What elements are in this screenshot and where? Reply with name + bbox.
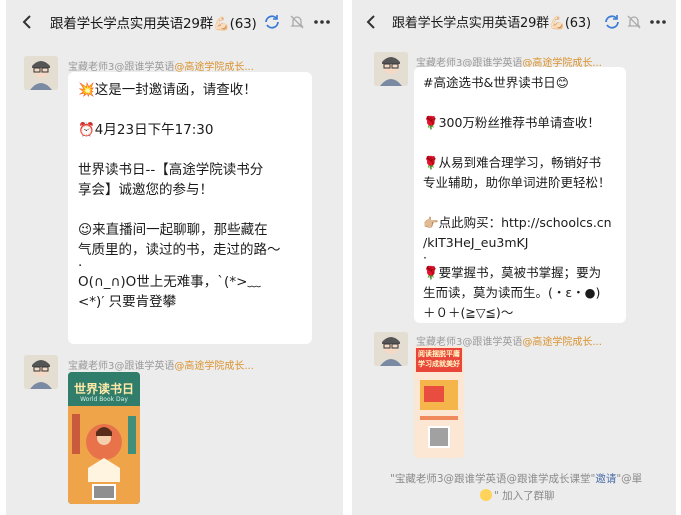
message-line: 生而读，莫为读而生。(・ε・●) <box>423 285 601 300</box>
message-bubble[interactable]: #高途选书&世界读书日😊 🌹300万粉丝推荐书单请查收！ 🌹从易到难合理学习，畅… <box>414 67 626 323</box>
mute-bell-icon[interactable] <box>624 12 644 32</box>
message-line <box>423 93 617 113</box>
message-line <box>78 100 302 120</box>
message-line: 享会】诚邀您的参与！ <box>78 182 213 198</box>
chat-title: 跟着学长学点实用英语29群💪🏻(63) <box>392 16 591 31</box>
message-line: 🌹从易到难合理学习，畅销好书 <box>423 155 602 170</box>
system-notice-line2: " 加入了群聊 <box>480 488 555 503</box>
sender-name: 宝藏老师3@跟谁学英语@高途学院成长... <box>68 62 254 73</box>
avatar[interactable] <box>374 52 408 86</box>
poster-subtitle: World Book Day <box>80 396 128 403</box>
chat-panel-left: 跟着学长学点实用英语29群💪🏻(63) 宝藏老师3@跟谁学英语@高途学院成长..… <box>6 0 343 515</box>
poster-title: 世界读书日 <box>73 382 134 396</box>
poster-title-2: 学习成就美好 <box>418 360 460 368</box>
message-line <box>78 200 302 220</box>
sync-icon[interactable] <box>262 12 282 32</box>
message-line: O(∩_∩)O世上无难事，`(*>﹏ <box>78 274 261 290</box>
message-line: · <box>78 258 83 274</box>
poster-title-1: 阅读摆脱平庸 <box>418 350 460 358</box>
message-line: 专业辅助，助你单词进阶更轻松！ <box>423 175 611 190</box>
avatar[interactable] <box>24 355 58 389</box>
sync-icon[interactable] <box>602 12 622 32</box>
message-line: #高途选书&世界读书日😊 <box>423 75 569 90</box>
message-line: 世界读书日--【高途学院读书分 <box>78 162 264 178</box>
book-day-poster[interactable]: 世界读书日 World Book Day <box>68 372 140 504</box>
message-bubble[interactable]: 💥这是一封邀请函，请查收！ ⏰4月23日下午17:30 世界读书日--【高途学院… <box>68 72 312 344</box>
message-line: 😉来直播间一起聊聊，那些藏在 <box>78 222 268 238</box>
message-line <box>423 133 617 153</box>
message-line: 气质里的，读过的书，走过的路～ <box>78 242 281 258</box>
avatar[interactable] <box>24 56 58 90</box>
avatar[interactable] <box>374 332 408 366</box>
reading-poster[interactable]: 阅读摆脱平庸 学习成就美好 <box>414 346 464 458</box>
message-line: 🌹要掌握书，莫被书掌握；要为 <box>423 265 602 280</box>
chat-header: 跟着学长学点实用英语29群💪🏻(63) <box>352 0 676 44</box>
message-line <box>423 193 617 213</box>
purchase-line[interactable]: 👉🏼点此购买：http://schoolcs.cn <box>423 213 617 233</box>
system-notice-line1: "宝藏老师3@跟谁学英语@跟谁学成长课堂"邀请"@單 <box>390 473 643 485</box>
purchase-link[interactable]: /kIT3HeJ_eu3mKJ <box>423 233 617 253</box>
chat-header: 跟着学长学点实用英语29群💪🏻(63) <box>6 0 343 44</box>
back-icon[interactable] <box>18 12 38 32</box>
message-line <box>78 140 302 160</box>
message-line: · <box>423 250 427 265</box>
message-line: 🌹300万粉丝推荐书单请查收！ <box>423 115 600 130</box>
back-icon[interactable] <box>362 12 382 32</box>
sender-name: 宝藏老师3@跟谁学英语@高途学院成长... <box>68 361 254 372</box>
emoji-icon <box>480 489 492 501</box>
message-line: <*)′ 只要肯登攀 <box>78 294 177 310</box>
message-line: 💥这是一封邀请函，请查收！ <box>78 82 257 98</box>
mute-bell-icon[interactable] <box>287 12 307 32</box>
message-line: ⏰4月23日下午17:30 <box>78 122 214 138</box>
message-line: ＋０＋(≧▽≦)～ <box>423 305 514 320</box>
more-icon[interactable] <box>648 12 668 32</box>
chat-panel-right: 跟着学长学点实用英语29群💪🏻(63) 宝藏老师3@跟谁学英语@高途学院成长..… <box>352 0 676 515</box>
chat-title: 跟着学长学点实用英语29群💪🏻(63) <box>50 16 257 32</box>
more-icon[interactable] <box>312 12 332 32</box>
